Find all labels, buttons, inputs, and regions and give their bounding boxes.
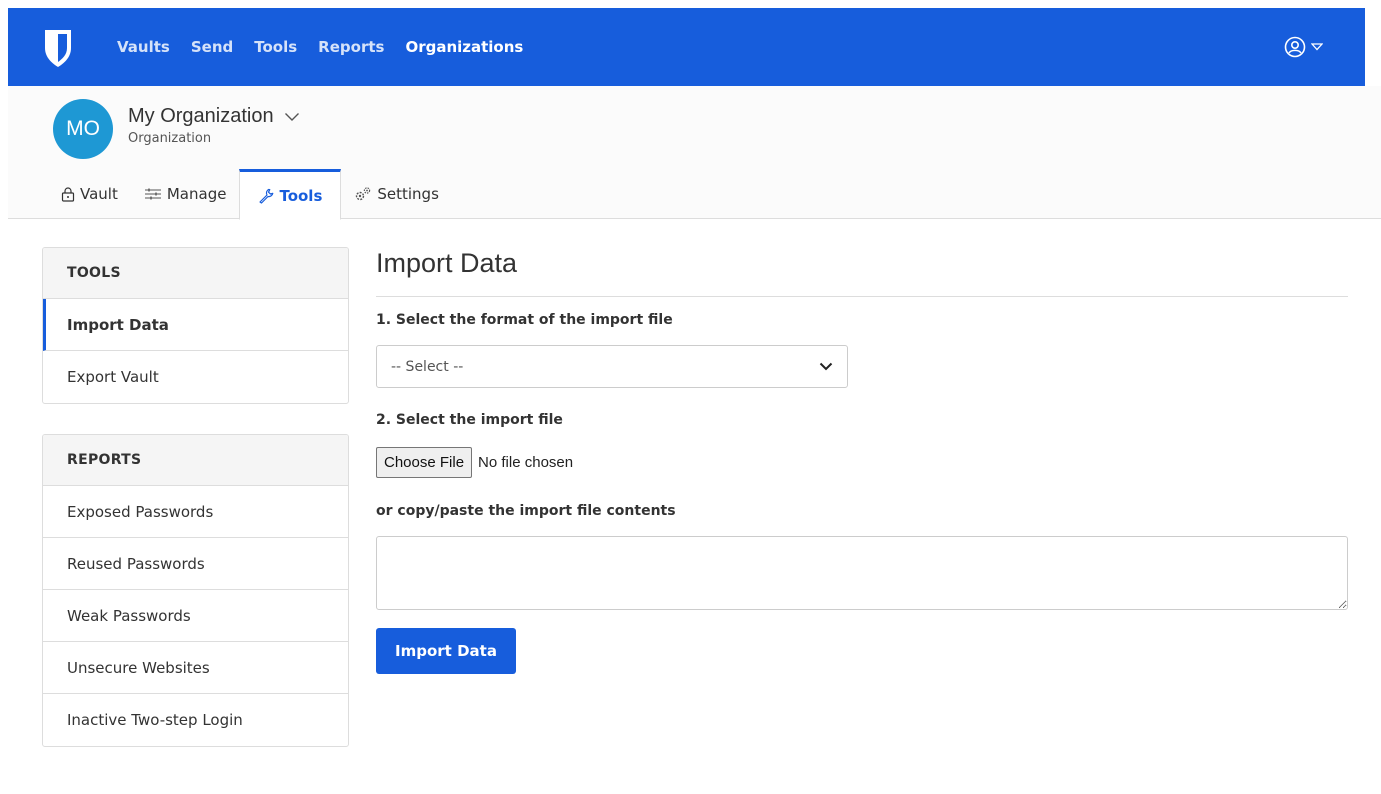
file-status: No file chosen xyxy=(478,454,574,471)
nav-reports[interactable]: Reports xyxy=(318,38,384,56)
sidebar-item-unsecure-websites[interactable]: Unsecure Websites xyxy=(43,642,348,694)
tab-settings-label: Settings xyxy=(377,185,439,203)
file-label: 2. Select the import file xyxy=(376,412,563,428)
page-title: Import Data xyxy=(376,248,1348,297)
organization-name: My Organization xyxy=(128,105,274,127)
sidebar-item-inactive-two-step-login[interactable]: Inactive Two-step Login xyxy=(43,694,348,746)
reports-card-header: REPORTS xyxy=(43,435,348,486)
wrench-icon xyxy=(259,188,274,204)
tab-manage[interactable]: Manage xyxy=(131,169,240,219)
import-data-button[interactable]: Import Data xyxy=(376,628,516,674)
nav-tools[interactable]: Tools xyxy=(254,38,297,56)
chevron-down-icon xyxy=(284,112,299,121)
account-menu[interactable] xyxy=(1284,36,1323,58)
organization-type: Organization xyxy=(128,131,212,146)
file-input: Choose File No file chosen xyxy=(376,447,573,478)
sidebar-item-weak-passwords[interactable]: Weak Passwords xyxy=(43,590,348,642)
tools-card-header: TOOLS xyxy=(43,248,348,299)
sidebar-item-import-data[interactable]: Import Data xyxy=(43,299,348,351)
avatar: MO xyxy=(53,99,113,159)
cogs-icon xyxy=(356,187,371,201)
format-select-value: -- Select -- xyxy=(391,358,464,375)
nav-vaults[interactable]: Vaults xyxy=(117,38,170,56)
organization-header: MO My Organization Organization Vault Ma… xyxy=(8,86,1381,220)
lock-icon xyxy=(61,186,75,202)
tab-tools-label: Tools xyxy=(279,186,323,205)
sliders-icon xyxy=(144,188,161,200)
tab-tools[interactable]: Tools xyxy=(239,169,342,220)
user-circle-icon xyxy=(1284,36,1306,58)
tab-vault-label: Vault xyxy=(80,185,118,203)
tab-settings[interactable]: Settings xyxy=(341,169,452,219)
nav-send[interactable]: Send xyxy=(191,38,233,56)
chevron-down-icon xyxy=(819,362,833,371)
tab-vault[interactable]: Vault xyxy=(48,169,131,219)
organization-switcher[interactable]: My Organization xyxy=(128,105,300,128)
tab-manage-label: Manage xyxy=(166,185,227,203)
reports-card: REPORTS Exposed Passwords Reused Passwor… xyxy=(42,434,349,747)
top-navbar: Vaults Send Tools Reports Organizations xyxy=(8,8,1365,86)
organization-tabs: Vault Manage Tools Settings xyxy=(48,169,452,220)
format-label: 1. Select the format of the import file xyxy=(376,312,673,328)
sidebar-item-reused-passwords[interactable]: Reused Passwords xyxy=(43,538,348,590)
format-select[interactable]: -- Select -- xyxy=(376,345,848,388)
import-data-panel: Import Data 1. Select the format of the … xyxy=(376,248,1348,674)
sidebar-item-export-vault[interactable]: Export Vault xyxy=(43,351,348,403)
sidebar-item-exposed-passwords[interactable]: Exposed Passwords xyxy=(43,486,348,538)
choose-file-button[interactable]: Choose File xyxy=(376,447,473,478)
tools-card: TOOLS Import Data Export Vault xyxy=(42,247,349,404)
nav-organizations[interactable]: Organizations xyxy=(405,38,523,56)
caret-down-icon xyxy=(1311,43,1323,51)
main-nav: Vaults Send Tools Reports Organizations xyxy=(117,8,544,86)
paste-label: or copy/paste the import file contents xyxy=(376,503,676,519)
shield-icon[interactable] xyxy=(43,28,73,68)
file-contents-textarea[interactable] xyxy=(376,536,1348,610)
